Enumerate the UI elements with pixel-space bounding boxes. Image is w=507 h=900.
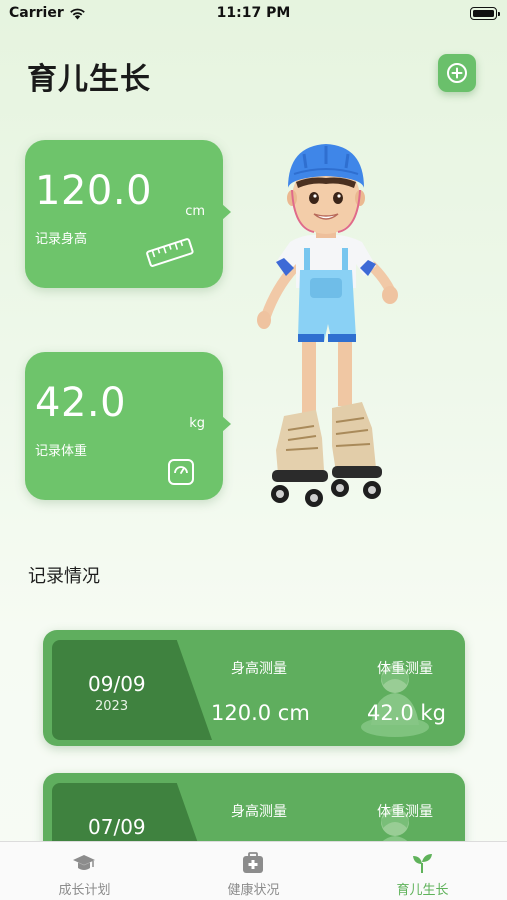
height-label: 记录身高 bbox=[35, 232, 88, 247]
height-unit: cm bbox=[185, 204, 205, 219]
add-record-button[interactable] bbox=[438, 54, 476, 92]
status-time: 11:17 PM bbox=[216, 5, 291, 21]
child-on-roller-skates-illustration bbox=[257, 144, 398, 507]
tab-parenting-growth[interactable]: 育儿生长 bbox=[338, 842, 507, 900]
weight-card[interactable]: 42.0 kg 记录体重 bbox=[25, 352, 231, 500]
status-bar: Carrier 11:17 PM bbox=[0, 0, 507, 28]
record-card[interactable]: 09/09 2023 身高测量 120.0 cm 体重测量 42.0 kg bbox=[43, 630, 465, 746]
weight-unit: kg bbox=[189, 416, 205, 431]
weight-measure-label: 体重测量 bbox=[377, 804, 433, 820]
sprout-icon bbox=[413, 854, 432, 873]
tab-bar: 成长计划 健康状况 育儿生长 bbox=[0, 841, 507, 900]
tab-growth-plan-label: 成长计划 bbox=[58, 883, 111, 898]
height-card[interactable]: 120.0 cm 记录身高 bbox=[25, 140, 231, 288]
medical-kit-icon bbox=[243, 852, 263, 873]
tab-growth-plan[interactable]: 成长计划 bbox=[0, 842, 169, 900]
scale-icon bbox=[168, 459, 194, 485]
records-section-title: 记录情况 bbox=[28, 566, 100, 587]
height-measure-label: 身高测量 bbox=[231, 804, 287, 820]
height-measure-value: 120.0 cm bbox=[211, 701, 310, 725]
record-date: 09/09 bbox=[88, 672, 146, 696]
record-date: 07/09 bbox=[88, 815, 146, 839]
plus-circle-icon bbox=[447, 63, 467, 83]
record-year: 2023 bbox=[95, 699, 129, 714]
page-title: 育儿生长 bbox=[27, 62, 151, 97]
tab-parenting-growth-label: 育儿生长 bbox=[396, 883, 449, 898]
tab-health-status[interactable]: 健康状况 bbox=[169, 842, 338, 900]
height-measure-label: 身高测量 bbox=[231, 661, 287, 677]
tab-health-status-label: 健康状况 bbox=[227, 883, 280, 898]
height-value: 120.0 bbox=[35, 168, 153, 214]
ruler-icon bbox=[146, 238, 194, 267]
weight-label: 记录体重 bbox=[35, 444, 88, 459]
graduation-cap-icon bbox=[73, 855, 95, 870]
weight-value: 42.0 bbox=[35, 380, 127, 426]
weight-measure-label: 体重测量 bbox=[377, 661, 433, 677]
weight-measure-value: 42.0 kg bbox=[367, 701, 446, 725]
battery-icon bbox=[470, 7, 500, 20]
